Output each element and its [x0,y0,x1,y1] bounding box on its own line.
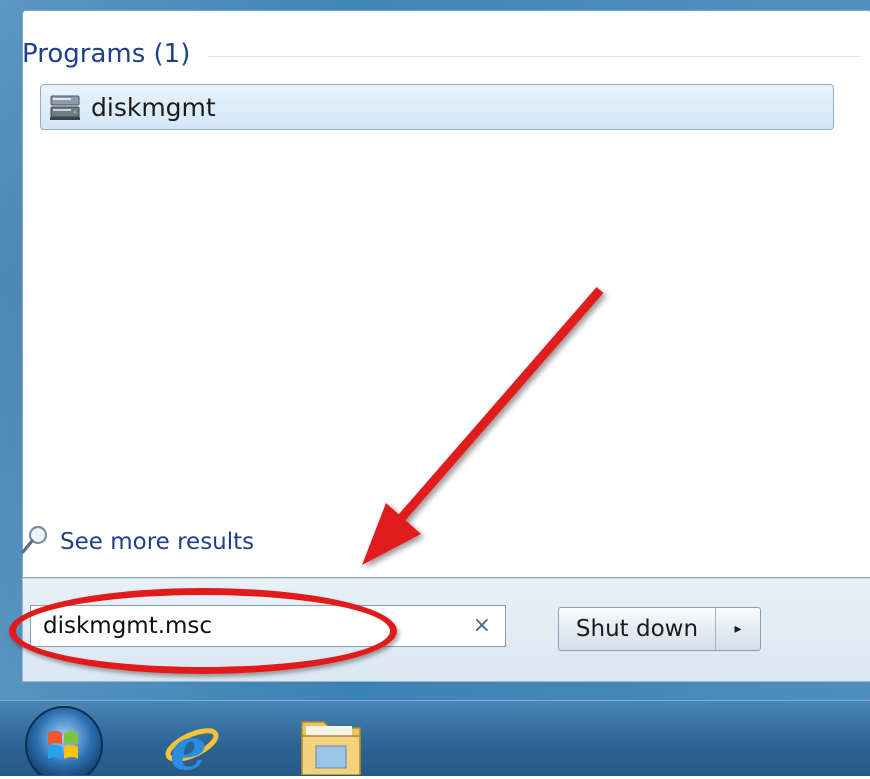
disk-management-icon [49,93,83,121]
annotation-ellipse [9,588,397,674]
programs-section-header: Programs (1) [22,36,860,72]
program-item-diskmgmt[interactable]: diskmgmt [40,84,834,130]
see-more-results-label: See more results [60,529,255,555]
program-item-label: diskmgmt [91,92,216,122]
shut-down-button-group: Shut down ▸ [558,607,761,651]
shut-down-options-arrow-icon[interactable]: ▸ [716,608,760,650]
clear-search-icon[interactable]: × [473,612,491,640]
windows-explorer-icon[interactable] [296,712,366,776]
see-more-results-link[interactable]: See more results [20,525,254,559]
start-orb[interactable] [22,703,106,779]
programs-section-title: Programs (1) [22,39,191,69]
magnifier-icon [20,524,50,560]
internet-explorer-icon[interactable]: e [156,707,226,779]
section-divider [208,55,860,57]
shut-down-button[interactable]: Shut down [559,608,716,650]
svg-text:e: e [170,715,207,775]
taskbar [0,700,870,776]
